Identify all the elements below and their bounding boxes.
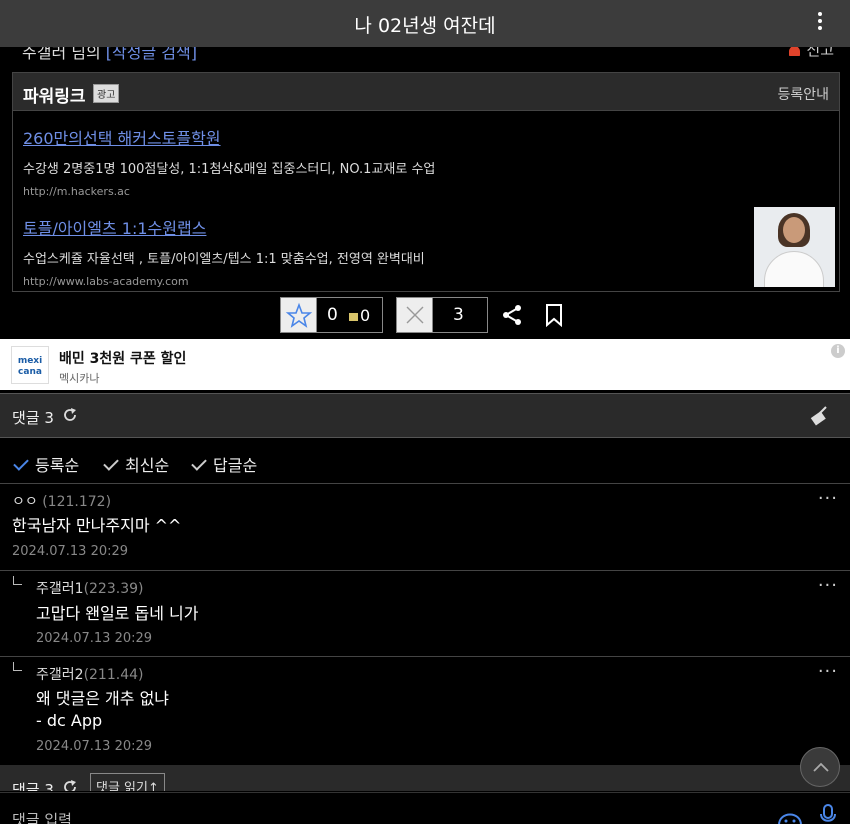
sort-option-latest[interactable]: 최신순 <box>103 452 169 476</box>
search-posts-link[interactable]: [작성글 검색] <box>106 47 197 62</box>
dccon-emoticon-icon[interactable] <box>776 805 804 824</box>
powerlink-title: 파워링크 <box>23 87 86 107</box>
ad-headline[interactable]: 토플/아이엘츠 1:1수원랩스 <box>23 215 425 239</box>
comment-count-label: 댓글 3 <box>12 781 54 791</box>
banner-ad[interactable]: mexi cana 배민 3천원 쿠폰 할인 멕시카나 i <box>0 339 850 390</box>
refresh-icon[interactable] <box>61 778 79 791</box>
author-label: 주갤러 님의 <box>22 47 101 62</box>
comment-body: 고맙다 왠일로 돕네 니가 <box>36 604 199 623</box>
bookmark-icon[interactable] <box>544 303 564 328</box>
check-icon <box>13 455 29 471</box>
ad-item[interactable]: 260만의선택 해커스토플학원 수강생 2명중1명 100점달성, 1:1첨삭&… <box>23 125 435 198</box>
comment-input[interactable]: 댓글 입력 <box>12 809 72 824</box>
comment-sort-options: 등록순 최신순 답글순 <box>0 438 850 484</box>
ad-badge: 광고 <box>93 84 120 103</box>
comment-item: ㅇㅇ (121.172) 한국남자 만나주지마 ^^ 2024.07.13 20… <box>0 484 850 571</box>
scroll-top-button[interactable] <box>800 747 840 787</box>
comment-body: 한국남자 만나주지마 ^^ <box>12 516 182 535</box>
powerlink-box: 파워링크 광고 등록안내 260만의선택 해커스토플학원 수강생 2명중1명 1… <box>12 72 840 292</box>
recommend-button[interactable]: 0 0 <box>280 297 383 333</box>
ad-item[interactable]: 토플/아이엘츠 1:1수원랩스 수업스케쥴 자율선택 , 토플/아이엘츠/텝스 … <box>23 215 425 288</box>
comment-body: 왜 댓글은 개추 없냐 - dc App <box>36 689 170 730</box>
comment-author[interactable]: ㅇㅇ (121.172) <box>12 491 111 511</box>
comment-count-label: 댓글 3 <box>12 409 54 427</box>
recommend-count: 0 <box>327 305 338 325</box>
ad-info-icon[interactable]: i <box>831 344 845 358</box>
powerlink-header: 파워링크 광고 등록안내 <box>13 73 839 111</box>
ad-url: http://m.hackers.ac <box>23 185 130 198</box>
microphone-icon[interactable] <box>818 803 838 824</box>
banner-subtitle: 멕시카나 <box>59 372 100 385</box>
comment-author[interactable]: 주갤러2(211.44) <box>36 664 143 684</box>
nonrecommend-button[interactable]: 3 <box>396 297 488 333</box>
comment-date: 2024.07.13 20:29 <box>36 631 153 646</box>
share-icon[interactable] <box>500 303 524 327</box>
comment-more-icon[interactable]: ··· <box>818 488 838 509</box>
ad-thumbnail-image[interactable] <box>754 207 835 287</box>
clean-brush-icon[interactable] <box>808 405 830 427</box>
reply-arrow-icon <box>13 576 22 585</box>
post-actions: 0 0 3 <box>280 297 580 333</box>
x-icon <box>397 298 433 332</box>
page-title: 나 02년생 여잔데 <box>354 15 496 37</box>
comment-more-icon[interactable]: ··· <box>818 575 838 596</box>
top-bar: 나 02년생 여잔데 <box>0 0 850 47</box>
check-icon <box>103 455 119 471</box>
post-meta-row: 주갤러 님의 [작성글 검색] 신고 <box>0 47 850 69</box>
comment-date: 2024.07.13 20:29 <box>12 544 129 559</box>
star-icon <box>281 298 317 332</box>
comment-input-bar[interactable]: 댓글 입력 <box>0 792 850 824</box>
fixed-nick-icon <box>349 312 358 321</box>
reply-item: 주갤러1(223.39) 고맙다 왠일로 돕네 니가 2024.07.13 20… <box>0 571 850 657</box>
more-menu-icon[interactable] <box>816 12 824 34</box>
brand-logo: mexi cana <box>11 346 49 384</box>
report-label: 신고 <box>806 47 834 59</box>
register-guide-link[interactable]: 등록안내 <box>777 84 829 104</box>
report-button[interactable]: 신고 <box>789 47 834 60</box>
ad-headline[interactable]: 260만의선택 해커스토플학원 <box>23 125 435 149</box>
ad-description: 수업스케쥴 자율선택 , 토플/아이엘츠/텝스 1:1 맞춤수업, 전영역 완벽… <box>23 252 425 267</box>
ad-description: 수강생 2명중1명 100점달성, 1:1첨삭&매일 집중스터디, NO.1교재… <box>23 162 436 177</box>
siren-icon <box>789 47 801 56</box>
reply-item: 주갤러2(211.44) 왜 댓글은 개추 없냐 - dc App 2024.0… <box>0 657 850 765</box>
comments-footer-bar: 댓글 3 댓글 읽기↑ <box>0 765 850 791</box>
reply-arrow-icon <box>13 662 22 671</box>
comments-header: 댓글 3 <box>0 393 850 438</box>
fixed-recommend-count: 0 <box>349 306 370 325</box>
refresh-icon[interactable] <box>61 406 79 424</box>
banner-title: 배민 3천원 쿠폰 할인 <box>59 351 187 367</box>
author-line: 주갤러 님의 [작성글 검색] <box>22 47 197 63</box>
comment-date: 2024.07.13 20:29 <box>36 739 153 754</box>
comment-more-icon[interactable]: ··· <box>818 661 838 682</box>
check-icon <box>191 455 207 471</box>
ad-url: http://www.labs-academy.com <box>23 275 189 288</box>
comment-author[interactable]: 주갤러1(223.39) <box>36 578 143 598</box>
close-comments-button[interactable]: 댓글 읽기↑ <box>90 773 165 791</box>
sort-option-registered[interactable]: 등록순 <box>13 452 79 476</box>
sort-option-replies[interactable]: 답글순 <box>191 452 257 476</box>
nonrecommend-count: 3 <box>453 305 464 325</box>
